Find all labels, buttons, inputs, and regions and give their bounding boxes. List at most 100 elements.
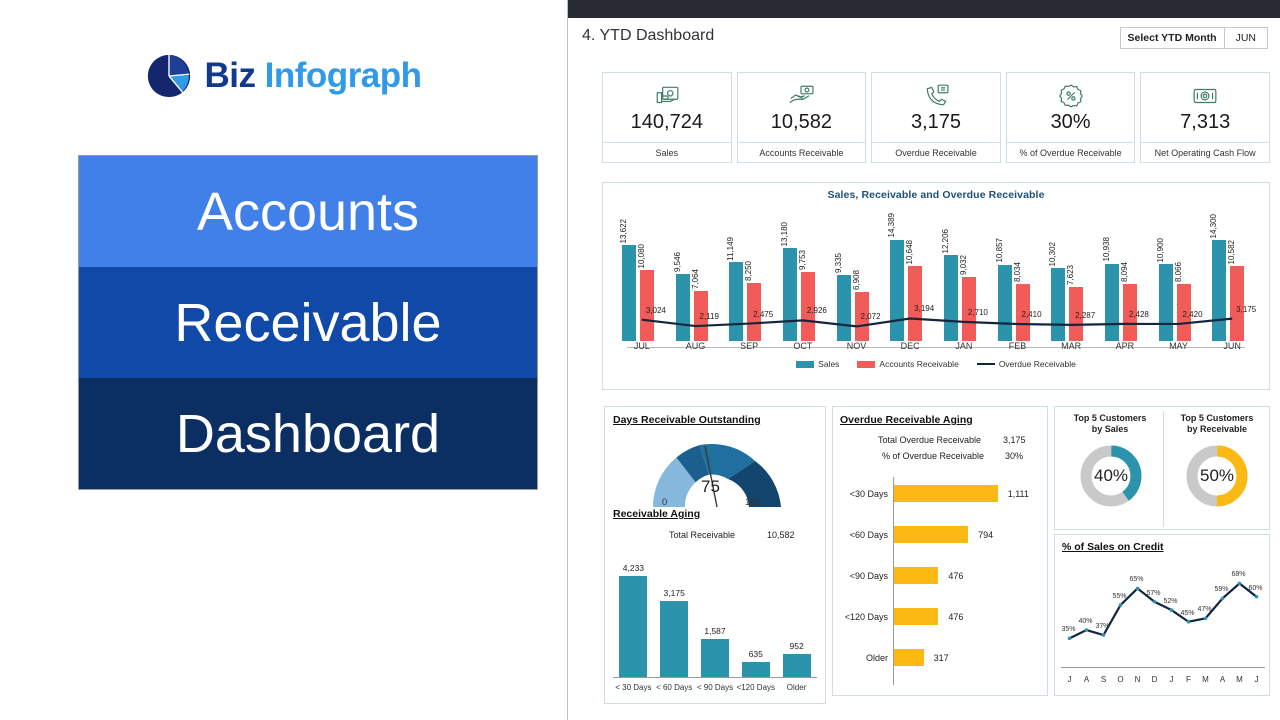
title-band-1: Accounts <box>79 156 537 267</box>
sales-bar <box>1212 240 1226 341</box>
kpi-row: 140,724Sales10,582Accounts Receivable3,1… <box>602 72 1270 163</box>
credit-point-label: 65% <box>1130 576 1144 583</box>
overdue-total-value: 3,175 <box>1003 435 1026 445</box>
sales-bar <box>729 262 743 341</box>
sales-bar <box>676 274 690 341</box>
receivable-bar-label: 10,648 <box>905 240 914 264</box>
aging-bar <box>783 654 811 677</box>
credit-point-label: 35% <box>1062 626 1076 633</box>
aging-bar-label: 952 <box>780 641 814 651</box>
receivable-aging-chart: 4,2333,1751,587635952 <box>613 547 817 677</box>
overdue-point-label: 2,287 <box>1075 311 1095 320</box>
sales-bar <box>1159 264 1173 341</box>
credit-point-label: 55% <box>1113 593 1127 600</box>
top5-receivable-value: 50% <box>1184 466 1250 486</box>
bar-group: 10,9008,066 <box>1152 201 1206 341</box>
kpi-caption: Accounts Receivable <box>737 143 867 163</box>
receivable-bar-label: 9,032 <box>959 255 968 275</box>
kpi-value: 30% <box>1051 111 1091 134</box>
sales-bar <box>1051 268 1065 341</box>
top5-receivable-caption-l1: Top 5 Customers <box>1181 413 1254 423</box>
top5-sales-value: 40% <box>1078 466 1144 486</box>
receivable-bar-label: 7,623 <box>1066 265 1075 285</box>
cover-title-block: Accounts Receivable Dashboard <box>78 155 538 490</box>
aging-bar-label: 4,233 <box>616 563 650 573</box>
credit-x-label: S <box>1095 675 1112 684</box>
phone-reminder-icon <box>923 82 949 110</box>
overdue-row-label: <60 Days <box>833 530 888 540</box>
sales-receivable-overdue-chart: Sales, Receivable and Overdue Receivable… <box>602 182 1270 390</box>
dro-title: Days Receivable Outstanding <box>613 414 761 426</box>
bar-group: 10,302 7,623 <box>1044 201 1098 341</box>
overdue-bar <box>894 526 968 543</box>
x-tick-label: NOV <box>830 341 884 351</box>
brand-name-secondary: Infograph <box>265 56 422 95</box>
overdue-bar <box>894 649 924 666</box>
credit-point-label: 40% <box>1079 618 1093 625</box>
x-tick-label: FEB <box>991 341 1045 351</box>
sales-bar-label: 12,206 <box>941 229 950 253</box>
receivable-bar-label: 8,034 <box>1013 262 1022 282</box>
x-tick-label: MAY <box>1152 341 1206 351</box>
x-tick-label: OCT <box>776 341 830 351</box>
aging-x-label: < 30 Days <box>613 683 654 692</box>
banknote-coin-icon <box>1192 82 1218 110</box>
title-band-2: Receivable <box>79 267 537 378</box>
receivable-bar-label: 7,064 <box>691 269 700 289</box>
overdue-point-label: 3,024 <box>646 306 666 315</box>
overdue-point-label: 2,119 <box>700 312 719 321</box>
kpi-box: 30% <box>1006 72 1136 143</box>
overdue-point-label: 3,194 <box>914 304 934 313</box>
overdue-point-label: 2,475 <box>753 310 773 319</box>
sales-bar-label: 10,938 <box>1102 237 1111 261</box>
kpi-card-4: 7,313 Net Operating Cash Flow <box>1140 72 1270 163</box>
handshake-money-icon <box>788 82 814 110</box>
kpi-value: 7,313 <box>1180 111 1230 134</box>
aging-bar <box>619 576 647 677</box>
title-band-3: Dashboard <box>79 378 537 489</box>
overdue-point-label: 2,420 <box>1183 310 1203 319</box>
ytd-month-selector-value[interactable]: JUN <box>1225 28 1267 48</box>
aging-x-label: <120 Days <box>735 683 776 692</box>
credit-point-label: 45% <box>1181 610 1195 617</box>
kpi-value: 10,582 <box>771 111 832 134</box>
kpi-caption: Overdue Receivable <box>871 143 1001 163</box>
receivable-bar-label: 6,908 <box>852 270 861 290</box>
sales-bar <box>998 265 1012 341</box>
credit-point-label: 37% <box>1096 623 1110 630</box>
bar-group: 14,30010,582 <box>1205 201 1259 341</box>
credit-x-label: J <box>1163 675 1180 684</box>
percent-sales-credit-chart: 35%40%37%55%65%57%52%45%47%59%68%60% <box>1061 559 1265 663</box>
overdue-aging-chart: <30 Days1,111<60 Days794<90 Days476<120 … <box>833 477 1049 687</box>
percent-sales-credit-axis <box>1061 667 1265 668</box>
ytd-month-selector[interactable]: Select YTD Month JUN <box>1120 27 1269 49</box>
title-line-3: Dashboard <box>176 407 440 461</box>
kpi-caption: Net Operating Cash Flow <box>1140 143 1270 163</box>
title-line-2: Receivable <box>174 296 441 350</box>
legend-swatch <box>857 361 875 368</box>
overdue-bar-value: 1,111 <box>1008 489 1029 499</box>
window-topbar <box>568 0 1280 18</box>
cash-hand-icon <box>654 82 680 110</box>
ytd-month-selector-label: Select YTD Month <box>1121 28 1225 48</box>
overdue-point-label: 2,410 <box>1022 310 1042 319</box>
cover-panel: Biz Infograph Accounts Receivable Dashbo… <box>0 0 568 720</box>
sales-bar-label: 13,622 <box>619 219 628 243</box>
aging-x-label: Older <box>776 683 817 692</box>
overdue-bar-value: 794 <box>978 530 993 540</box>
overdue-row-label: <90 Days <box>833 571 888 581</box>
kpi-box: 10,582 <box>737 72 867 143</box>
top5-sales-caption: Top 5 Customers by Sales <box>1063 413 1157 436</box>
sales-bar-label: 10,302 <box>1048 242 1057 266</box>
dro-max-label: 180 <box>745 497 761 508</box>
overdue-bar <box>894 485 998 502</box>
brand-name: Biz Infograph <box>204 56 421 96</box>
credit-point-label: 60% <box>1249 585 1263 592</box>
sales-bar <box>622 245 636 341</box>
overdue-percent-label: % of Overdue Receivable <box>882 451 984 461</box>
chart-x-tick-labels: JULAUGSEPOCTNOVDECJANFEBMARAPRMAYJUN <box>615 341 1257 357</box>
sales-bar <box>783 248 797 341</box>
receivable-aging-title: Receivable Aging <box>613 508 700 520</box>
bar-group: 10,9388,094 <box>1098 201 1152 341</box>
legend-label: Accounts Receivable <box>879 359 958 369</box>
